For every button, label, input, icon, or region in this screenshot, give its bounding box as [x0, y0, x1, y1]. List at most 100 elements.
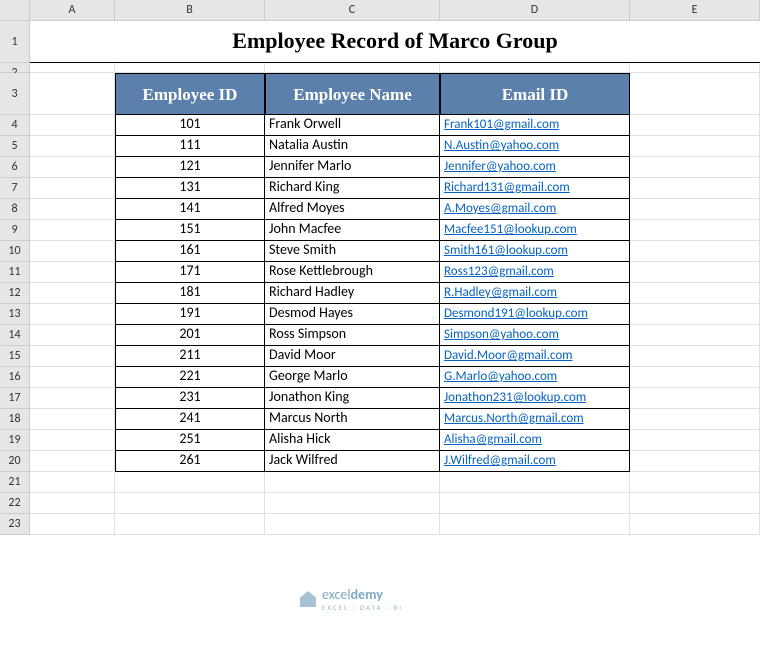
employee-name-cell[interactable]: George Marlo — [265, 367, 440, 388]
row-header-12[interactable]: 12 — [0, 283, 30, 304]
employee-id-cell[interactable]: 121 — [115, 157, 265, 178]
employee-name-cell[interactable]: Richard Hadley — [265, 283, 440, 304]
cell-blank[interactable] — [440, 514, 630, 535]
email-link[interactable]: J.Wilfred@gmail.com — [444, 453, 556, 468]
cell-blank[interactable] — [630, 262, 760, 283]
row-header-6[interactable]: 6 — [0, 157, 30, 178]
row-header-15[interactable]: 15 — [0, 346, 30, 367]
employee-name-cell[interactable]: Marcus North — [265, 409, 440, 430]
row-header-20[interactable]: 20 — [0, 451, 30, 472]
row-header-8[interactable]: 8 — [0, 199, 30, 220]
email-link[interactable]: Desmond191@lookup.com — [444, 306, 588, 321]
cell-blank[interactable] — [630, 283, 760, 304]
row-header-23[interactable]: 23 — [0, 514, 30, 535]
email-cell[interactable]: Smith161@lookup.com — [440, 241, 630, 262]
row-header-3[interactable]: 3 — [0, 73, 30, 115]
email-cell[interactable]: Jennifer@yahoo.com — [440, 157, 630, 178]
employee-id-cell[interactable]: 201 — [115, 325, 265, 346]
email-link[interactable]: Marcus.North@gmail.com — [444, 411, 584, 426]
email-link[interactable]: David.Moor@gmail.com — [444, 348, 573, 363]
cell-blank[interactable] — [115, 472, 265, 493]
cell-blank[interactable] — [265, 514, 440, 535]
cell-blank[interactable] — [30, 73, 115, 115]
email-link[interactable]: A.Moyes@gmail.com — [444, 201, 556, 216]
column-header-C[interactable]: C — [265, 0, 440, 21]
cell-blank[interactable] — [630, 199, 760, 220]
email-cell[interactable]: Ross123@gmail.com — [440, 262, 630, 283]
row-header-13[interactable]: 13 — [0, 304, 30, 325]
email-cell[interactable]: N.Austin@yahoo.com — [440, 136, 630, 157]
cell-blank[interactable] — [30, 304, 115, 325]
row-header-21[interactable]: 21 — [0, 472, 30, 493]
row-header-7[interactable]: 7 — [0, 178, 30, 199]
cell-blank[interactable] — [440, 472, 630, 493]
email-link[interactable]: N.Austin@yahoo.com — [444, 138, 559, 153]
employee-name-cell[interactable]: Desmod Hayes — [265, 304, 440, 325]
email-link[interactable]: R.Hadley@gmail.com — [444, 285, 557, 300]
row-header-11[interactable]: 11 — [0, 262, 30, 283]
employee-id-cell[interactable]: 151 — [115, 220, 265, 241]
employee-name-cell[interactable]: John Macfee — [265, 220, 440, 241]
cell-blank[interactable] — [630, 63, 760, 73]
employee-id-cell[interactable]: 221 — [115, 367, 265, 388]
cell-blank[interactable] — [630, 73, 760, 115]
employee-name-cell[interactable]: Jack Wilfred — [265, 451, 440, 472]
employee-name-cell[interactable]: Alfred Moyes — [265, 199, 440, 220]
employee-id-cell[interactable]: 141 — [115, 199, 265, 220]
cell-blank[interactable] — [30, 367, 115, 388]
cell-blank[interactable] — [265, 63, 440, 73]
table-header-id[interactable]: Employee ID — [115, 73, 265, 115]
cell-blank[interactable] — [30, 63, 115, 73]
employee-id-cell[interactable]: 191 — [115, 304, 265, 325]
employee-name-cell[interactable]: Ross Simpson — [265, 325, 440, 346]
row-header-9[interactable]: 9 — [0, 220, 30, 241]
cell-blank[interactable] — [30, 262, 115, 283]
cell-blank[interactable] — [630, 346, 760, 367]
employee-id-cell[interactable]: 101 — [115, 115, 265, 136]
email-link[interactable]: G.Marlo@yahoo.com — [444, 369, 557, 384]
cell-blank[interactable] — [630, 304, 760, 325]
employee-id-cell[interactable]: 231 — [115, 388, 265, 409]
cell-blank[interactable] — [30, 136, 115, 157]
email-link[interactable]: Alisha@gmail.com — [444, 432, 542, 447]
employee-id-cell[interactable]: 241 — [115, 409, 265, 430]
column-header-E[interactable]: E — [630, 0, 760, 21]
cell-blank[interactable] — [630, 157, 760, 178]
email-cell[interactable]: Jonathon231@lookup.com — [440, 388, 630, 409]
email-link[interactable]: Ross123@gmail.com — [444, 264, 554, 279]
cell-blank[interactable] — [30, 409, 115, 430]
email-cell[interactable]: Simpson@yahoo.com — [440, 325, 630, 346]
email-cell[interactable]: Frank101@gmail.com — [440, 115, 630, 136]
cell-blank[interactable] — [30, 325, 115, 346]
email-link[interactable]: Richard131@gmail.com — [444, 180, 570, 195]
email-link[interactable]: Frank101@gmail.com — [444, 117, 559, 132]
cell-blank[interactable] — [630, 115, 760, 136]
cell-blank[interactable] — [30, 346, 115, 367]
cell-blank[interactable] — [30, 451, 115, 472]
cell-blank[interactable] — [30, 199, 115, 220]
email-link[interactable]: Jonathon231@lookup.com — [444, 390, 586, 405]
email-cell[interactable]: Desmond191@lookup.com — [440, 304, 630, 325]
cell-blank[interactable] — [630, 241, 760, 262]
cell-blank[interactable] — [630, 136, 760, 157]
cell-blank[interactable] — [30, 388, 115, 409]
cell-blank[interactable] — [265, 493, 440, 514]
cell-blank[interactable] — [30, 514, 115, 535]
cell-blank[interactable] — [630, 493, 760, 514]
column-header-D[interactable]: D — [440, 0, 630, 21]
employee-name-cell[interactable]: Richard King — [265, 178, 440, 199]
row-header-19[interactable]: 19 — [0, 430, 30, 451]
row-header-5[interactable]: 5 — [0, 136, 30, 157]
row-header-18[interactable]: 18 — [0, 409, 30, 430]
email-cell[interactable]: J.Wilfred@gmail.com — [440, 451, 630, 472]
cell-blank[interactable] — [30, 241, 115, 262]
email-cell[interactable]: A.Moyes@gmail.com — [440, 199, 630, 220]
table-header-name[interactable]: Employee Name — [265, 73, 440, 115]
cell-blank[interactable] — [630, 430, 760, 451]
row-header-17[interactable]: 17 — [0, 388, 30, 409]
row-header-16[interactable]: 16 — [0, 367, 30, 388]
email-link[interactable]: Jennifer@yahoo.com — [444, 159, 556, 174]
employee-id-cell[interactable]: 211 — [115, 346, 265, 367]
employee-id-cell[interactable]: 181 — [115, 283, 265, 304]
cell-blank[interactable] — [630, 451, 760, 472]
